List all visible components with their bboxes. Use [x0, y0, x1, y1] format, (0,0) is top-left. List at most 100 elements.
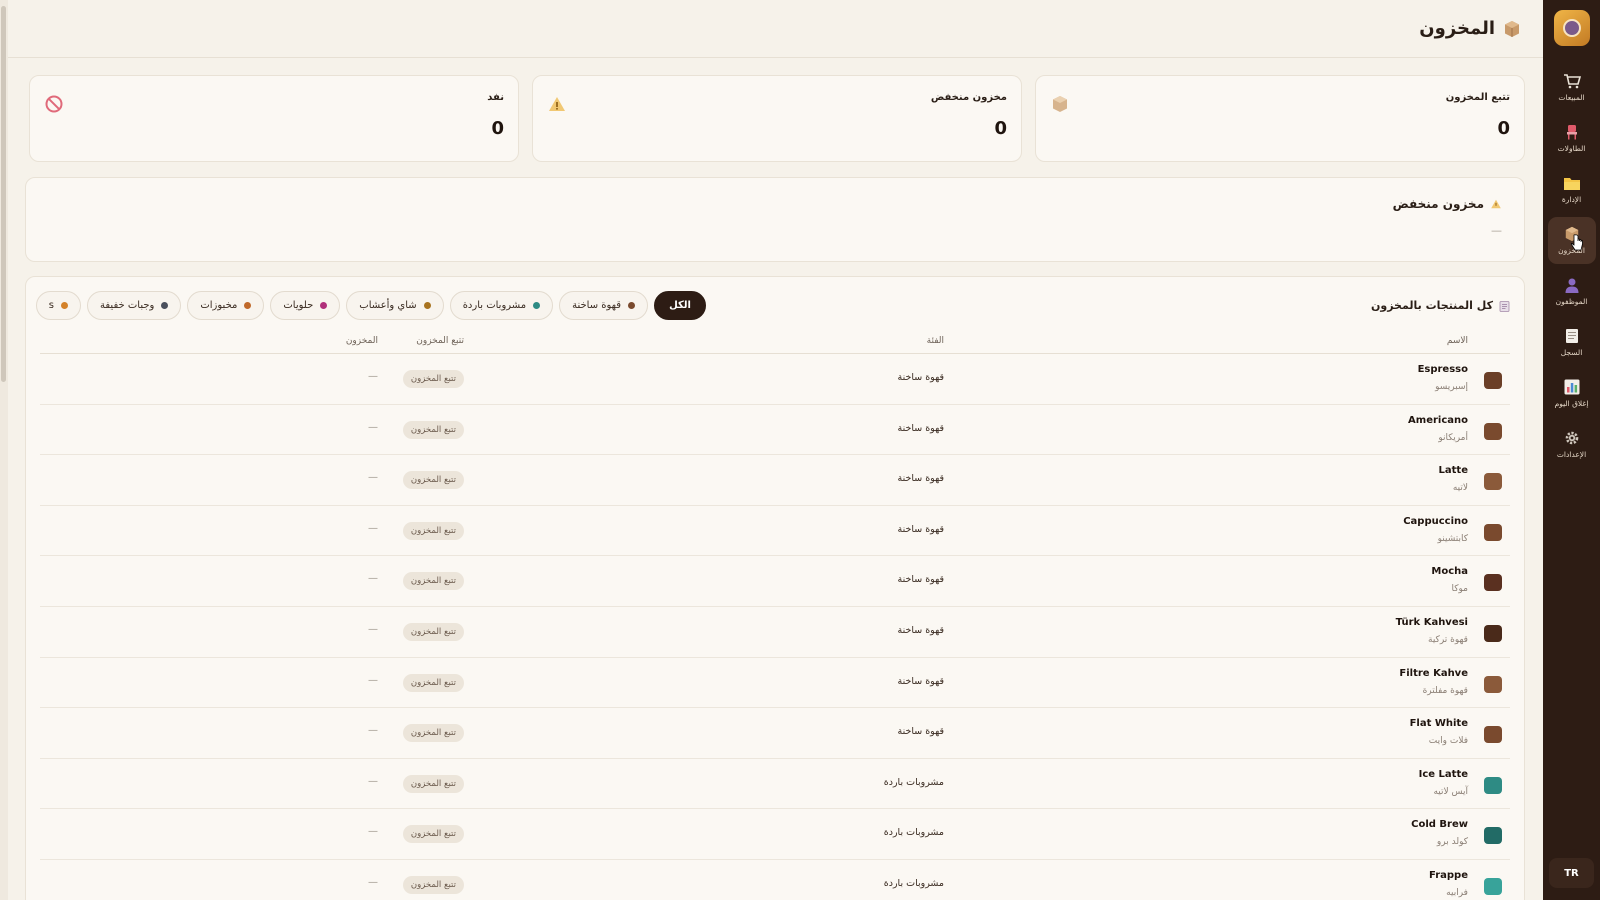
chart-icon — [1563, 379, 1581, 395]
tracking-badge[interactable]: تتبع المخزون — [402, 825, 464, 844]
sidebar: المبيعات الطاولات الإدارة المخزون الموظفون ال… — [1543, 0, 1600, 900]
tracking-badge[interactable]: تتبع المخزون — [402, 370, 464, 388]
filter-pill[interactable]: s — [35, 291, 81, 320]
product-color-swatch — [1484, 372, 1502, 389]
filter-pill-label: مخبوزات — [200, 300, 238, 311]
table-row[interactable]: Latte لاتيه قهوة ساخنة تتبع المخزون — — [40, 455, 1510, 506]
product-color-swatch — [1484, 726, 1502, 744]
page-title-text: المخزون — [1419, 18, 1495, 39]
stat-value: 0 — [1497, 118, 1510, 139]
clipboard-icon — [1499, 300, 1510, 312]
low-stock-panel: مخزون منخفض — — [25, 177, 1525, 262]
category-dot — [61, 302, 68, 309]
tracking-badge[interactable]: تتبع المخزون — [402, 673, 464, 692]
sidebar-item-label: الموظفون — [1555, 297, 1588, 306]
table-row[interactable]: Cappuccino كابتشينو قهوة ساخنة تتبع المخزون… — [40, 506, 1510, 557]
category-dot — [320, 302, 328, 309]
sidebar-item-label: إغلاق اليوم — [1554, 399, 1589, 408]
tracking-badge[interactable]: تتبع المخزون — [402, 521, 464, 540]
sidebar-item-management[interactable]: الإدارة — [1548, 166, 1596, 213]
stat-label: تتبع المخزون — [1445, 92, 1510, 103]
table-header: الاسم الفئة تتبع المخزون المخزون — [40, 332, 1510, 354]
sidebar-item-log[interactable]: السجل — [1548, 319, 1596, 366]
product-alt-name: قهوة مفلترة — [1422, 685, 1468, 696]
product-color-swatch — [1484, 675, 1502, 693]
filter-pill[interactable]: الكل — [654, 291, 706, 320]
table-row[interactable]: Mocha موكا قهوة ساخنة تتبع المخزون — — [40, 556, 1510, 607]
table-row[interactable]: Cold Brew كولد برو مشروبات باردة تتبع المخز… — [40, 809, 1510, 860]
column-name: الاسم — [1446, 336, 1468, 346]
filter-pill-label: وجبات خفيفة — [100, 300, 155, 311]
filter-pill[interactable]: حلويات — [270, 291, 341, 320]
scrollbar-thumb[interactable] — [1, 6, 6, 382]
product-color-swatch — [1484, 827, 1502, 845]
sidebar-item-close-day[interactable]: إغلاق اليوم — [1548, 370, 1596, 417]
stat-label: مخزون منخفض — [930, 92, 1007, 103]
person-icon — [1563, 277, 1581, 293]
table-row[interactable]: Filtre Kahve قهوة مفلترة قهوة ساخنة تتبع ال… — [40, 658, 1510, 709]
tracking-badge[interactable]: تتبع المخزون — [402, 420, 464, 439]
stat-value: 0 — [994, 118, 1007, 139]
column-tracking: تتبع المخزون — [416, 336, 464, 346]
product-name: Türk Kahvesi — [1395, 616, 1468, 628]
products-panel: كل المنتجات بالمخزون الكل قهوة ساخنة مشروب… — [25, 276, 1525, 900]
language-switch[interactable]: TR — [1549, 858, 1594, 888]
table-row[interactable]: Espresso إسبريسو قهوة ساخنة تتبع المخزون — — [40, 354, 1510, 405]
product-category: قهوة ساخنة — [897, 726, 944, 738]
box-icon — [1053, 96, 1067, 112]
tracking-badge[interactable]: تتبع المخزون — [402, 724, 464, 743]
product-stock: — — [368, 775, 378, 787]
sidebar-item-employees[interactable]: الموظفون — [1548, 268, 1596, 315]
product-color-swatch — [1484, 422, 1502, 440]
sidebar-item-settings[interactable]: الإعدادات — [1548, 421, 1596, 468]
products-table-body: Espresso إسبريسو قهوة ساخنة تتبع المخزون — Am… — [40, 354, 1510, 900]
product-alt-name: كابتشينو — [1437, 533, 1468, 544]
table-row[interactable]: Americano أمريكانو قهوة ساخنة تتبع المخزون — — [40, 405, 1510, 456]
low-stock-empty: — — [1491, 224, 1502, 237]
product-category: مشروبات باردة — [883, 776, 944, 788]
warning-icon — [1491, 199, 1501, 209]
tracking-badge[interactable]: تتبع المخزون — [402, 774, 464, 793]
product-category: مشروبات باردة — [883, 827, 944, 839]
tracking-badge[interactable]: تتبع المخزون — [402, 622, 464, 641]
tracking-badge[interactable]: تتبع المخزون — [402, 572, 464, 591]
product-category: قهوة ساخنة — [897, 675, 944, 687]
table-row[interactable]: Flat White فلات وايت قهوة ساخنة تتبع المخزو… — [40, 708, 1510, 759]
sidebar-nav: المبيعات الطاولات الإدارة المخزون الموظفون ال… — [1543, 64, 1600, 468]
table-row[interactable]: Ice Latte آيس لاتيه مشروبات باردة تتبع المخ… — [40, 759, 1510, 810]
logo-mark — [1562, 19, 1581, 37]
filter-pill-label: حلويات — [283, 300, 314, 311]
product-name: Americano — [1408, 414, 1468, 426]
sidebar-item-tables[interactable]: الطاولات — [1548, 115, 1596, 162]
product-alt-name: فرابيه — [1446, 887, 1468, 898]
page-scrollbar[interactable] — [0, 0, 8, 900]
product-color-swatch — [1484, 877, 1502, 895]
product-category: قهوة ساخنة — [897, 523, 944, 535]
tracking-badge[interactable]: تتبع المخزون — [402, 875, 464, 894]
product-name: Flat White — [1409, 718, 1468, 730]
page-title: المخزون — [1419, 18, 1521, 39]
table-row[interactable]: Frappe فرابيه مشروبات باردة تتبع المخزون — — [40, 860, 1510, 900]
low-stock-title-text: مخزون منخفض — [1392, 197, 1484, 211]
filter-pill[interactable]: مشروبات باردة — [449, 291, 554, 320]
product-alt-name: أمريكانو — [1438, 432, 1468, 443]
tracking-badge[interactable]: تتبع المخزون — [402, 471, 464, 490]
filter-pill[interactable]: قهوة ساخنة — [559, 291, 649, 320]
sidebar-item-label: الطاولات — [1557, 144, 1586, 153]
category-dot — [533, 302, 541, 309]
filter-pill[interactable]: شاي وأعشاب — [346, 291, 444, 320]
column-stock: المخزون — [345, 336, 378, 346]
app-logo[interactable] — [1553, 10, 1590, 46]
product-color-swatch — [1484, 473, 1502, 491]
filter-pill[interactable]: مخبوزات — [187, 291, 265, 320]
products-title: كل المنتجات بالمخزون — [1371, 299, 1510, 312]
cart-icon — [1563, 73, 1581, 89]
table-row[interactable]: Türk Kahvesi قهوة تركية قهوة ساخنة تتبع الم… — [40, 607, 1510, 658]
product-category: قهوة ساخنة — [897, 624, 944, 636]
box-icon — [1505, 20, 1519, 37]
category-dot — [244, 302, 252, 309]
sidebar-item-sales[interactable]: المبيعات — [1548, 64, 1596, 111]
filter-pill[interactable]: وجبات خفيفة — [87, 291, 182, 320]
filter-pill-label: مشروبات باردة — [462, 300, 527, 311]
sidebar-item-label: المبيعات — [1558, 93, 1585, 102]
